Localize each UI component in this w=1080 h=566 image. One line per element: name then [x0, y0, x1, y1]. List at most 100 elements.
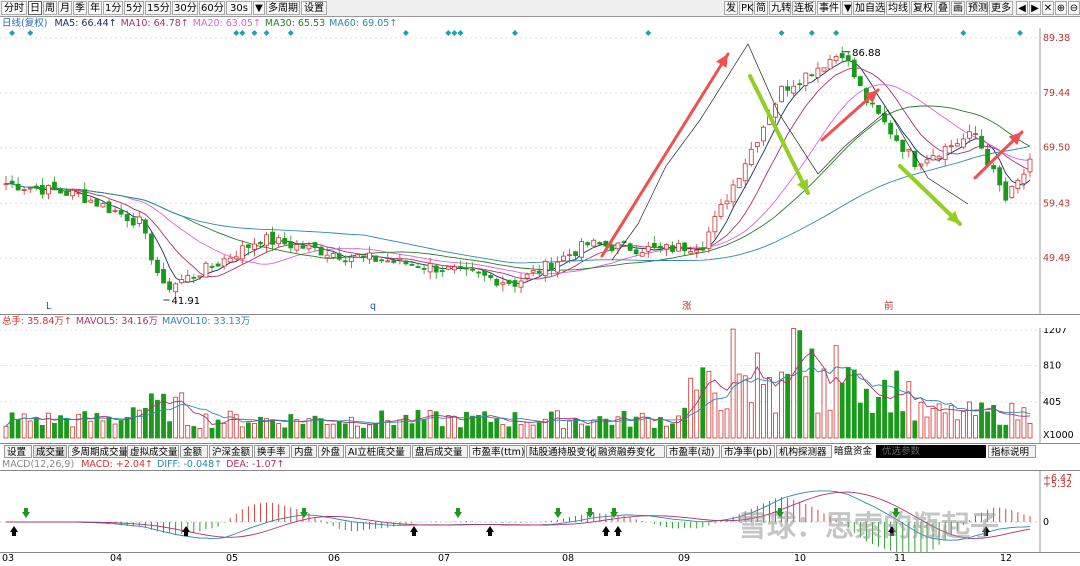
volume-bar — [815, 412, 821, 439]
period-tab[interactable]: 周 — [43, 1, 57, 15]
period-tab[interactable]: 15分 — [145, 1, 171, 15]
indicator-tab[interactable]: 成交量 — [33, 445, 67, 458]
period-tab[interactable]: 设置 — [301, 1, 327, 15]
tool-tab[interactable]: 预测 — [966, 1, 988, 15]
tool-tab[interactable]: 简 — [754, 1, 768, 15]
period-tab[interactable]: 30分 — [172, 1, 198, 15]
zoom-out-icon[interactable]: ⊖ — [1068, 1, 1080, 15]
event-diamond[interactable] — [645, 30, 652, 36]
period-tab[interactable]: 日 — [28, 1, 42, 15]
volume-bar — [191, 426, 197, 439]
event-diamond[interactable] — [1017, 30, 1023, 36]
tool-tab[interactable]: ▼ — [842, 1, 852, 15]
event-marker[interactable]: 涨 — [682, 301, 692, 312]
indicator-tab[interactable]: 市净率(pb) — [721, 445, 775, 458]
tool-tab[interactable]: PK — [739, 1, 754, 15]
volume-bar — [336, 421, 342, 439]
indicator-tab[interactable]: 盘后成交量 — [412, 445, 468, 458]
period-tab[interactable]: 季 — [73, 1, 87, 15]
volume-bar — [536, 422, 542, 439]
tool-tab[interactable]: 均线 — [886, 1, 910, 15]
signal-arrow — [410, 526, 418, 536]
period-tab[interactable]: 分时 — [1, 1, 27, 15]
volume-bar — [9, 412, 15, 439]
volume-bar — [603, 418, 609, 439]
event-diamond[interactable] — [451, 30, 458, 36]
period-tab[interactable]: 年 — [88, 1, 102, 15]
event-diamond[interactable] — [445, 30, 452, 36]
tool-tab[interactable]: 连板 — [792, 1, 816, 15]
candle — [433, 263, 439, 279]
zoom-in-icon[interactable]: ⊕ — [1055, 1, 1067, 15]
next-icon[interactable]: ▶ — [1029, 1, 1041, 15]
period-tab[interactable]: 多周期 — [266, 1, 300, 15]
indicator-tab[interactable]: 市盈率(ttm) — [469, 445, 525, 458]
volume-bar — [960, 411, 966, 439]
event-diamond[interactable] — [233, 30, 240, 36]
tool-tab[interactable]: 发 — [724, 1, 738, 15]
indicator-tab[interactable]: 机构探测器 — [776, 445, 832, 458]
event-diamond[interactable] — [457, 30, 464, 36]
tool-tab[interactable]: 事件 — [817, 1, 841, 15]
low-label: 41.91 — [172, 296, 201, 307]
event-marker[interactable]: q — [370, 301, 376, 312]
period-tab[interactable]: 30s — [226, 1, 252, 15]
indicator-tab[interactable]: 设置 — [4, 445, 32, 458]
candle — [318, 245, 324, 256]
param-input[interactable]: 优选参数 — [876, 445, 986, 458]
tool-tab[interactable]: 加自选 — [853, 1, 885, 15]
event-diamond[interactable] — [251, 30, 258, 36]
volume-bar — [415, 410, 421, 439]
volume-chart[interactable]: 1207 810 405 X1000 — [0, 328, 1080, 443]
indicator-tab[interactable]: 融资融券变化 — [595, 445, 665, 458]
volume-bar — [791, 328, 797, 439]
volume-bar — [318, 418, 324, 439]
event-diamond[interactable] — [287, 30, 294, 36]
indicator-tab[interactable]: AI立桩底交量 — [345, 445, 411, 458]
event-diamond[interactable] — [808, 30, 815, 36]
candle — [518, 273, 524, 294]
indicator-tab[interactable]: 沪深金额 — [209, 445, 253, 458]
event-diamond[interactable] — [833, 30, 840, 36]
period-tab[interactable]: ▼ — [253, 1, 265, 15]
candle — [991, 162, 997, 174]
prev-icon[interactable]: ◀ — [1016, 1, 1028, 15]
tool-tab[interactable]: 画 — [951, 1, 965, 15]
candle — [736, 178, 742, 189]
event-marker[interactable]: 前 — [884, 300, 894, 312]
event-diamond[interactable] — [778, 30, 785, 36]
period-tab[interactable]: 60分 — [199, 1, 225, 15]
volume-bar — [451, 415, 457, 439]
indicator-tab[interactable]: 多周期成交量 — [68, 445, 128, 458]
candlestick-chart[interactable]: 89.38 79.44 69.50 59.43 49.49 86.88 41.91 L q 涨 前 — [0, 28, 1080, 314]
volume-bar — [464, 411, 469, 439]
indicator-tab[interactable]: 金额 — [180, 445, 208, 458]
indicator-tab[interactable]: 外盘 — [318, 445, 344, 458]
event-diamond[interactable] — [402, 30, 409, 36]
month-tick: 03 — [2, 553, 15, 564]
candle — [149, 231, 154, 265]
candle — [451, 264, 457, 274]
period-tab[interactable]: 1分 — [103, 1, 123, 15]
event-diamond[interactable] — [9, 30, 16, 36]
tool-tab[interactable]: 叠 — [936, 1, 950, 15]
indicator-tab[interactable]: 陆股通持股变化 — [526, 445, 596, 458]
indicator-tab[interactable]: 虚拟成交量 — [127, 445, 179, 458]
indicator-tab[interactable]: 内盘 — [291, 445, 317, 458]
event-marker[interactable]: L — [46, 301, 52, 312]
indicator-tab[interactable]: 换手率 — [254, 445, 290, 458]
event-diamond[interactable] — [511, 30, 518, 36]
event-diamond[interactable] — [263, 30, 270, 36]
period-tab[interactable]: 月 — [58, 1, 72, 15]
tool-tab[interactable]: 更多 — [989, 1, 1013, 15]
event-diamond[interactable] — [960, 30, 967, 36]
tool-tab[interactable]: 复权 — [911, 1, 935, 15]
indicator-help-button[interactable]: 指标说明 — [988, 445, 1036, 458]
event-diamond[interactable] — [239, 30, 246, 36]
event-diamond[interactable] — [27, 30, 34, 36]
period-tab[interactable]: 5分 — [124, 1, 144, 15]
volume-bar — [609, 424, 615, 439]
close-icon[interactable]: ✕ — [1042, 1, 1054, 15]
indicator-tab[interactable]: 市盈率(动) — [666, 445, 720, 458]
tool-tab[interactable]: 九转 — [769, 1, 791, 15]
